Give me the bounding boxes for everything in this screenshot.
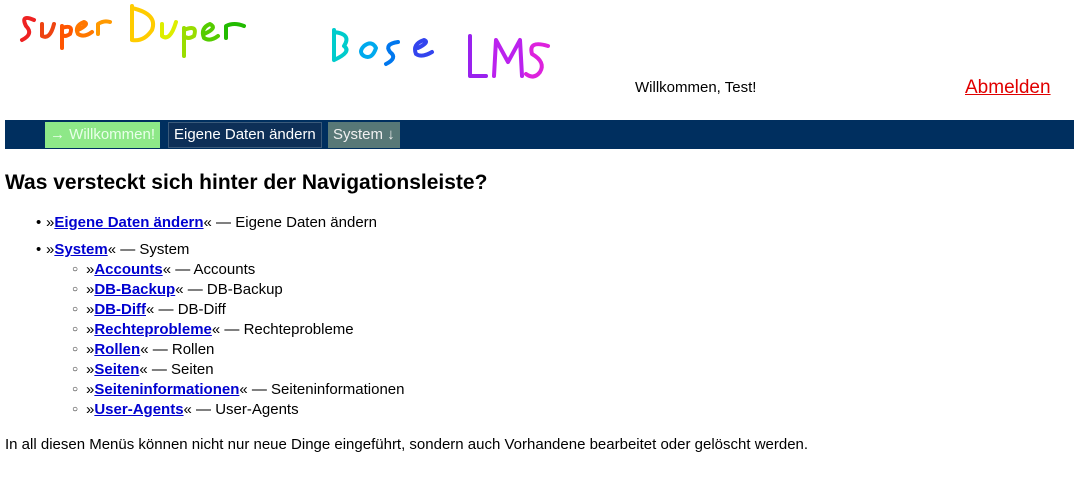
separator: « — xyxy=(203,214,236,231)
welcome-message: Willkommen, Test! xyxy=(635,79,757,96)
menu-link-db-backup[interactable]: DB-Backup xyxy=(94,281,175,298)
menu-link-user-agents[interactable]: User-Agents xyxy=(94,401,183,418)
menu-link-eigene-daten[interactable]: Eigene Daten ändern xyxy=(54,214,203,231)
menu-list: »Eigene Daten ändern« — Eigene Daten änd… xyxy=(0,213,1074,420)
separator: « — xyxy=(175,281,207,298)
menu-description: Seiteninformationen xyxy=(271,381,405,398)
menu-link-accounts[interactable]: Accounts xyxy=(94,261,162,278)
menu-link-db-diff[interactable]: DB-Diff xyxy=(94,301,146,318)
list-item: »Rollen« — Rollen xyxy=(46,340,1074,360)
list-item: »User-Agents« — User-Agents xyxy=(46,400,1074,420)
nav-item-edit-own-data[interactable]: Eigene Daten ändern xyxy=(168,122,322,148)
nav-item-system[interactable]: System ↓ xyxy=(328,122,400,148)
logout-link[interactable]: Abmelden xyxy=(965,77,1051,99)
menu-description: Rechteprobleme xyxy=(243,321,354,338)
list-item: »DB-Diff« — DB-Diff xyxy=(46,300,1074,320)
list-item: »Seiteninformationen« — Seiteninformatio… xyxy=(46,380,1074,400)
list-item: »Eigene Daten ändern« — Eigene Daten änd… xyxy=(0,213,1074,233)
separator: « — xyxy=(183,401,216,418)
list-item: »Seiten« — Seiten xyxy=(46,360,1074,380)
navigation-explanation: »Eigene Daten ändern« — Eigene Daten änd… xyxy=(0,213,1074,420)
nav-item-welcome[interactable]: → Willkommen! xyxy=(45,122,161,148)
menu-description: Seiten xyxy=(171,361,214,378)
menu-link-rechteprobleme[interactable]: Rechteprobleme xyxy=(94,321,212,338)
menu-description: Eigene Daten ändern xyxy=(235,214,378,231)
menu-link-rollen[interactable]: Rollen xyxy=(94,341,140,358)
list-item: »Rechteprobleme« — Rechteprobleme xyxy=(46,320,1074,340)
menu-link-seiten[interactable]: Seiten xyxy=(94,361,139,378)
submenu-list: »Accounts« — Accounts »DB-Backup« — DB-B… xyxy=(46,260,1074,420)
menu-link-seiteninformationen[interactable]: Seiteninformationen xyxy=(94,381,239,398)
separator: « — xyxy=(162,261,194,278)
list-item: »DB-Backup« — DB-Backup xyxy=(46,280,1074,300)
page-title: Was versteckt sich hinter der Navigation… xyxy=(5,171,488,194)
site-logo xyxy=(20,4,550,79)
menu-description: System xyxy=(139,241,190,258)
separator: « — xyxy=(140,341,172,358)
menu-description: DB-Diff xyxy=(177,301,226,318)
menu-description: Rollen xyxy=(171,341,215,358)
navigation-bar: → Willkommen! Eigene Daten ändern System… xyxy=(5,120,1074,149)
separator: « — xyxy=(139,361,172,378)
menu-description: DB-Backup xyxy=(206,281,283,298)
separator: « — xyxy=(239,381,272,398)
list-item: »System« — System »Accounts« — Accounts … xyxy=(0,240,1074,420)
menu-description: User-Agents xyxy=(215,401,299,418)
menu-link-system[interactable]: System xyxy=(54,241,107,258)
separator: « — xyxy=(211,321,244,338)
list-item: »Accounts« — Accounts xyxy=(46,260,1074,280)
footnote-text: In all diesen Menüs können nicht nur neu… xyxy=(5,436,809,453)
menu-description: Accounts xyxy=(193,261,256,278)
separator: « — xyxy=(107,241,140,258)
separator: « — xyxy=(146,301,178,318)
